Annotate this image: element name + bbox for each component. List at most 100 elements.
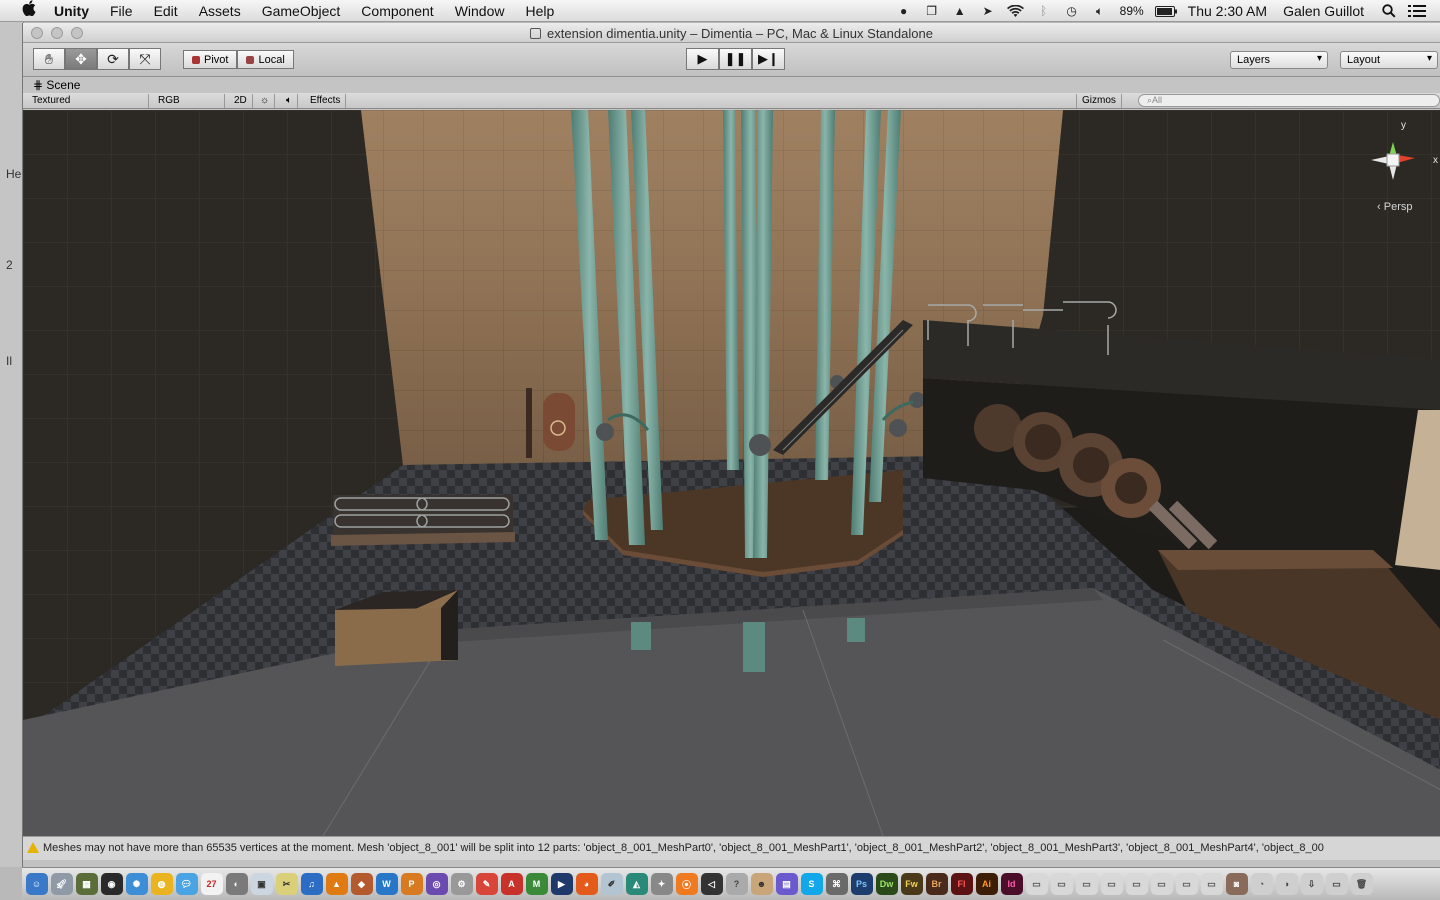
indesign-icon[interactable]: Id bbox=[1000, 873, 1023, 895]
word-icon[interactable]: W bbox=[375, 873, 398, 895]
hand-tool-button[interactable]: ✋︎ bbox=[33, 48, 65, 70]
maya-icon[interactable]: M bbox=[525, 873, 548, 895]
chrome-icon[interactable]: ◍ bbox=[150, 873, 173, 895]
scene-search-input[interactable]: ⌕All bbox=[1138, 94, 1440, 107]
utility-icon[interactable]: ⚙ bbox=[450, 873, 473, 895]
move-tool-button[interactable]: ✥ bbox=[65, 48, 97, 70]
firefox-icon[interactable]: ◕ bbox=[575, 873, 598, 895]
user-name[interactable]: Galen Guillot bbox=[1283, 3, 1364, 19]
clock[interactable]: Thu 2:30 AM bbox=[1188, 3, 1267, 19]
pause-button[interactable]: ❚❚ bbox=[719, 48, 752, 70]
effects-dropdown[interactable]: Effects bbox=[305, 94, 347, 108]
menu-window[interactable]: Window bbox=[455, 3, 505, 19]
safari-icon[interactable]: ✺ bbox=[125, 873, 148, 895]
scale-tool-button[interactable]: ⤧ bbox=[129, 48, 161, 70]
bluetooth-icon[interactable]: ᛒ bbox=[1035, 4, 1053, 19]
launchpad-icon[interactable]: 🚀︎ bbox=[50, 873, 73, 895]
volume-icon[interactable]: 🔈︎ bbox=[1091, 4, 1109, 19]
menu-gameobject[interactable]: GameObject bbox=[262, 3, 341, 19]
drive-icon[interactable]: ▲ bbox=[951, 4, 969, 19]
document-icon-2[interactable]: ▭ bbox=[1050, 873, 1073, 895]
document-icon-8[interactable]: ▭ bbox=[1200, 873, 1223, 895]
unity-editor-icon[interactable]: ◁ bbox=[700, 873, 723, 895]
document-icon-4[interactable]: ▭ bbox=[1100, 873, 1123, 895]
notification-center-icon[interactable] bbox=[1408, 4, 1426, 19]
copy-icon[interactable]: ❐ bbox=[923, 4, 941, 19]
image-thumbnail-icon-2[interactable]: ◔ bbox=[1250, 873, 1273, 895]
document-icon[interactable]: ▭ bbox=[1025, 873, 1048, 895]
app-icon[interactable]: ◆ bbox=[350, 873, 373, 895]
menu-file[interactable]: File bbox=[110, 3, 133, 19]
perspective-label[interactable]: ‹ Persp bbox=[1377, 201, 1412, 213]
layers-dropdown[interactable]: Layers bbox=[1230, 51, 1328, 69]
messages-icon[interactable]: 💬︎ bbox=[175, 873, 198, 895]
bridge-icon[interactable]: Br bbox=[925, 873, 948, 895]
render-mode-dropdown[interactable]: Textured bbox=[27, 94, 149, 108]
itunes-icon[interactable]: ♫ bbox=[300, 873, 323, 895]
help-icon[interactable]: ? bbox=[725, 873, 748, 895]
tool-icon[interactable]: ✦ bbox=[650, 873, 673, 895]
photo-icon[interactable]: ◐ bbox=[225, 873, 248, 895]
document-icon-7[interactable]: ▭ bbox=[1175, 873, 1198, 895]
unity-icon[interactable]: ◭ bbox=[625, 873, 648, 895]
downloads-icon[interactable]: ⇩ bbox=[1300, 873, 1323, 895]
tools-icon[interactable]: ✂ bbox=[275, 873, 298, 895]
calendar-icon[interactable]: 27 bbox=[200, 873, 223, 895]
color-mode-dropdown[interactable]: RGB bbox=[153, 94, 225, 108]
local-button[interactable]: Local bbox=[237, 50, 294, 69]
spotlight-icon[interactable] bbox=[1380, 4, 1398, 19]
character-icon[interactable]: ☻ bbox=[750, 873, 773, 895]
fireworks-icon[interactable]: Fw bbox=[900, 873, 923, 895]
audio-toggle-icon[interactable]: 🔈︎ bbox=[281, 94, 298, 108]
step-button[interactable]: ▶❙ bbox=[752, 48, 785, 70]
time-machine-icon[interactable]: ◷ bbox=[1063, 4, 1081, 19]
lighting-toggle-icon[interactable]: ☼ bbox=[255, 94, 276, 108]
trash-icon[interactable]: 🗑︎ bbox=[1350, 873, 1373, 895]
blender-icon[interactable]: ⦿ bbox=[675, 873, 698, 895]
titlebar[interactable]: extension dimentia.unity – Dimentia – PC… bbox=[23, 23, 1440, 43]
layout-dropdown[interactable]: Layout bbox=[1340, 51, 1438, 69]
app-icon-4[interactable]: ⌘ bbox=[825, 873, 848, 895]
menu-assets[interactable]: Assets bbox=[199, 3, 241, 19]
photoshop-icon[interactable]: Ps bbox=[850, 873, 873, 895]
document-icon-6[interactable]: ▭ bbox=[1150, 873, 1173, 895]
rotate-tool-button[interactable]: ⟳ bbox=[97, 48, 129, 70]
powerpoint-icon[interactable]: P bbox=[400, 873, 423, 895]
textedit-icon[interactable]: ✐ bbox=[600, 873, 623, 895]
menu-component[interactable]: Component bbox=[361, 3, 433, 19]
menu-help[interactable]: Help bbox=[525, 3, 554, 19]
document-icon-5[interactable]: ▭ bbox=[1125, 873, 1148, 895]
send-icon[interactable]: ➤ bbox=[979, 4, 997, 19]
acrobat-icon[interactable]: A bbox=[500, 873, 523, 895]
scene-viewport[interactable]: y x ‹ Persp bbox=[23, 110, 1440, 836]
mission-control-icon[interactable]: ▦ bbox=[75, 873, 98, 895]
pivot-button[interactable]: Pivot bbox=[183, 50, 238, 69]
dreamweaver-icon[interactable]: Dw bbox=[875, 873, 898, 895]
flash-icon[interactable]: Fl bbox=[950, 873, 973, 895]
menu-app-unity[interactable]: Unity bbox=[54, 3, 89, 19]
wifi-icon[interactable] bbox=[1007, 4, 1025, 19]
apple-icon[interactable] bbox=[18, 0, 40, 21]
mode-2d-toggle[interactable]: 2D bbox=[229, 94, 253, 108]
gizmos-dropdown[interactable]: Gizmos bbox=[1076, 94, 1122, 108]
skype-icon[interactable]: S bbox=[800, 873, 823, 895]
illustrator-icon[interactable]: Ai bbox=[975, 873, 998, 895]
document-icon-3[interactable]: ▭ bbox=[1075, 873, 1098, 895]
play-button[interactable]: ▶ bbox=[686, 48, 719, 70]
app-icon-2[interactable]: ◎ bbox=[425, 873, 448, 895]
document-icon-9[interactable]: ▭ bbox=[1325, 873, 1348, 895]
console-status-bar[interactable]: Meshes may not have more than 65535 vert… bbox=[23, 836, 1440, 860]
finder-icon[interactable]: ☺ bbox=[25, 873, 48, 895]
vlc-icon[interactable]: ▲ bbox=[325, 873, 348, 895]
evernote-icon[interactable]: ● bbox=[895, 4, 913, 19]
pencil-app-icon[interactable]: ✎ bbox=[475, 873, 498, 895]
app-icon-3[interactable]: ▤ bbox=[775, 873, 798, 895]
battery-percent[interactable]: 89% bbox=[1120, 4, 1144, 18]
battery-icon[interactable] bbox=[1154, 4, 1177, 19]
image-thumbnail-icon[interactable]: ◙ bbox=[1225, 873, 1248, 895]
image-thumbnail-icon-3[interactable]: ◑ bbox=[1275, 873, 1298, 895]
dashboard-icon[interactable]: ◉ bbox=[100, 873, 123, 895]
tab-scene[interactable]: ⋕ Scene bbox=[33, 78, 80, 92]
preview-icon[interactable]: ▣ bbox=[250, 873, 273, 895]
quicktime-icon[interactable]: ▶ bbox=[550, 873, 573, 895]
